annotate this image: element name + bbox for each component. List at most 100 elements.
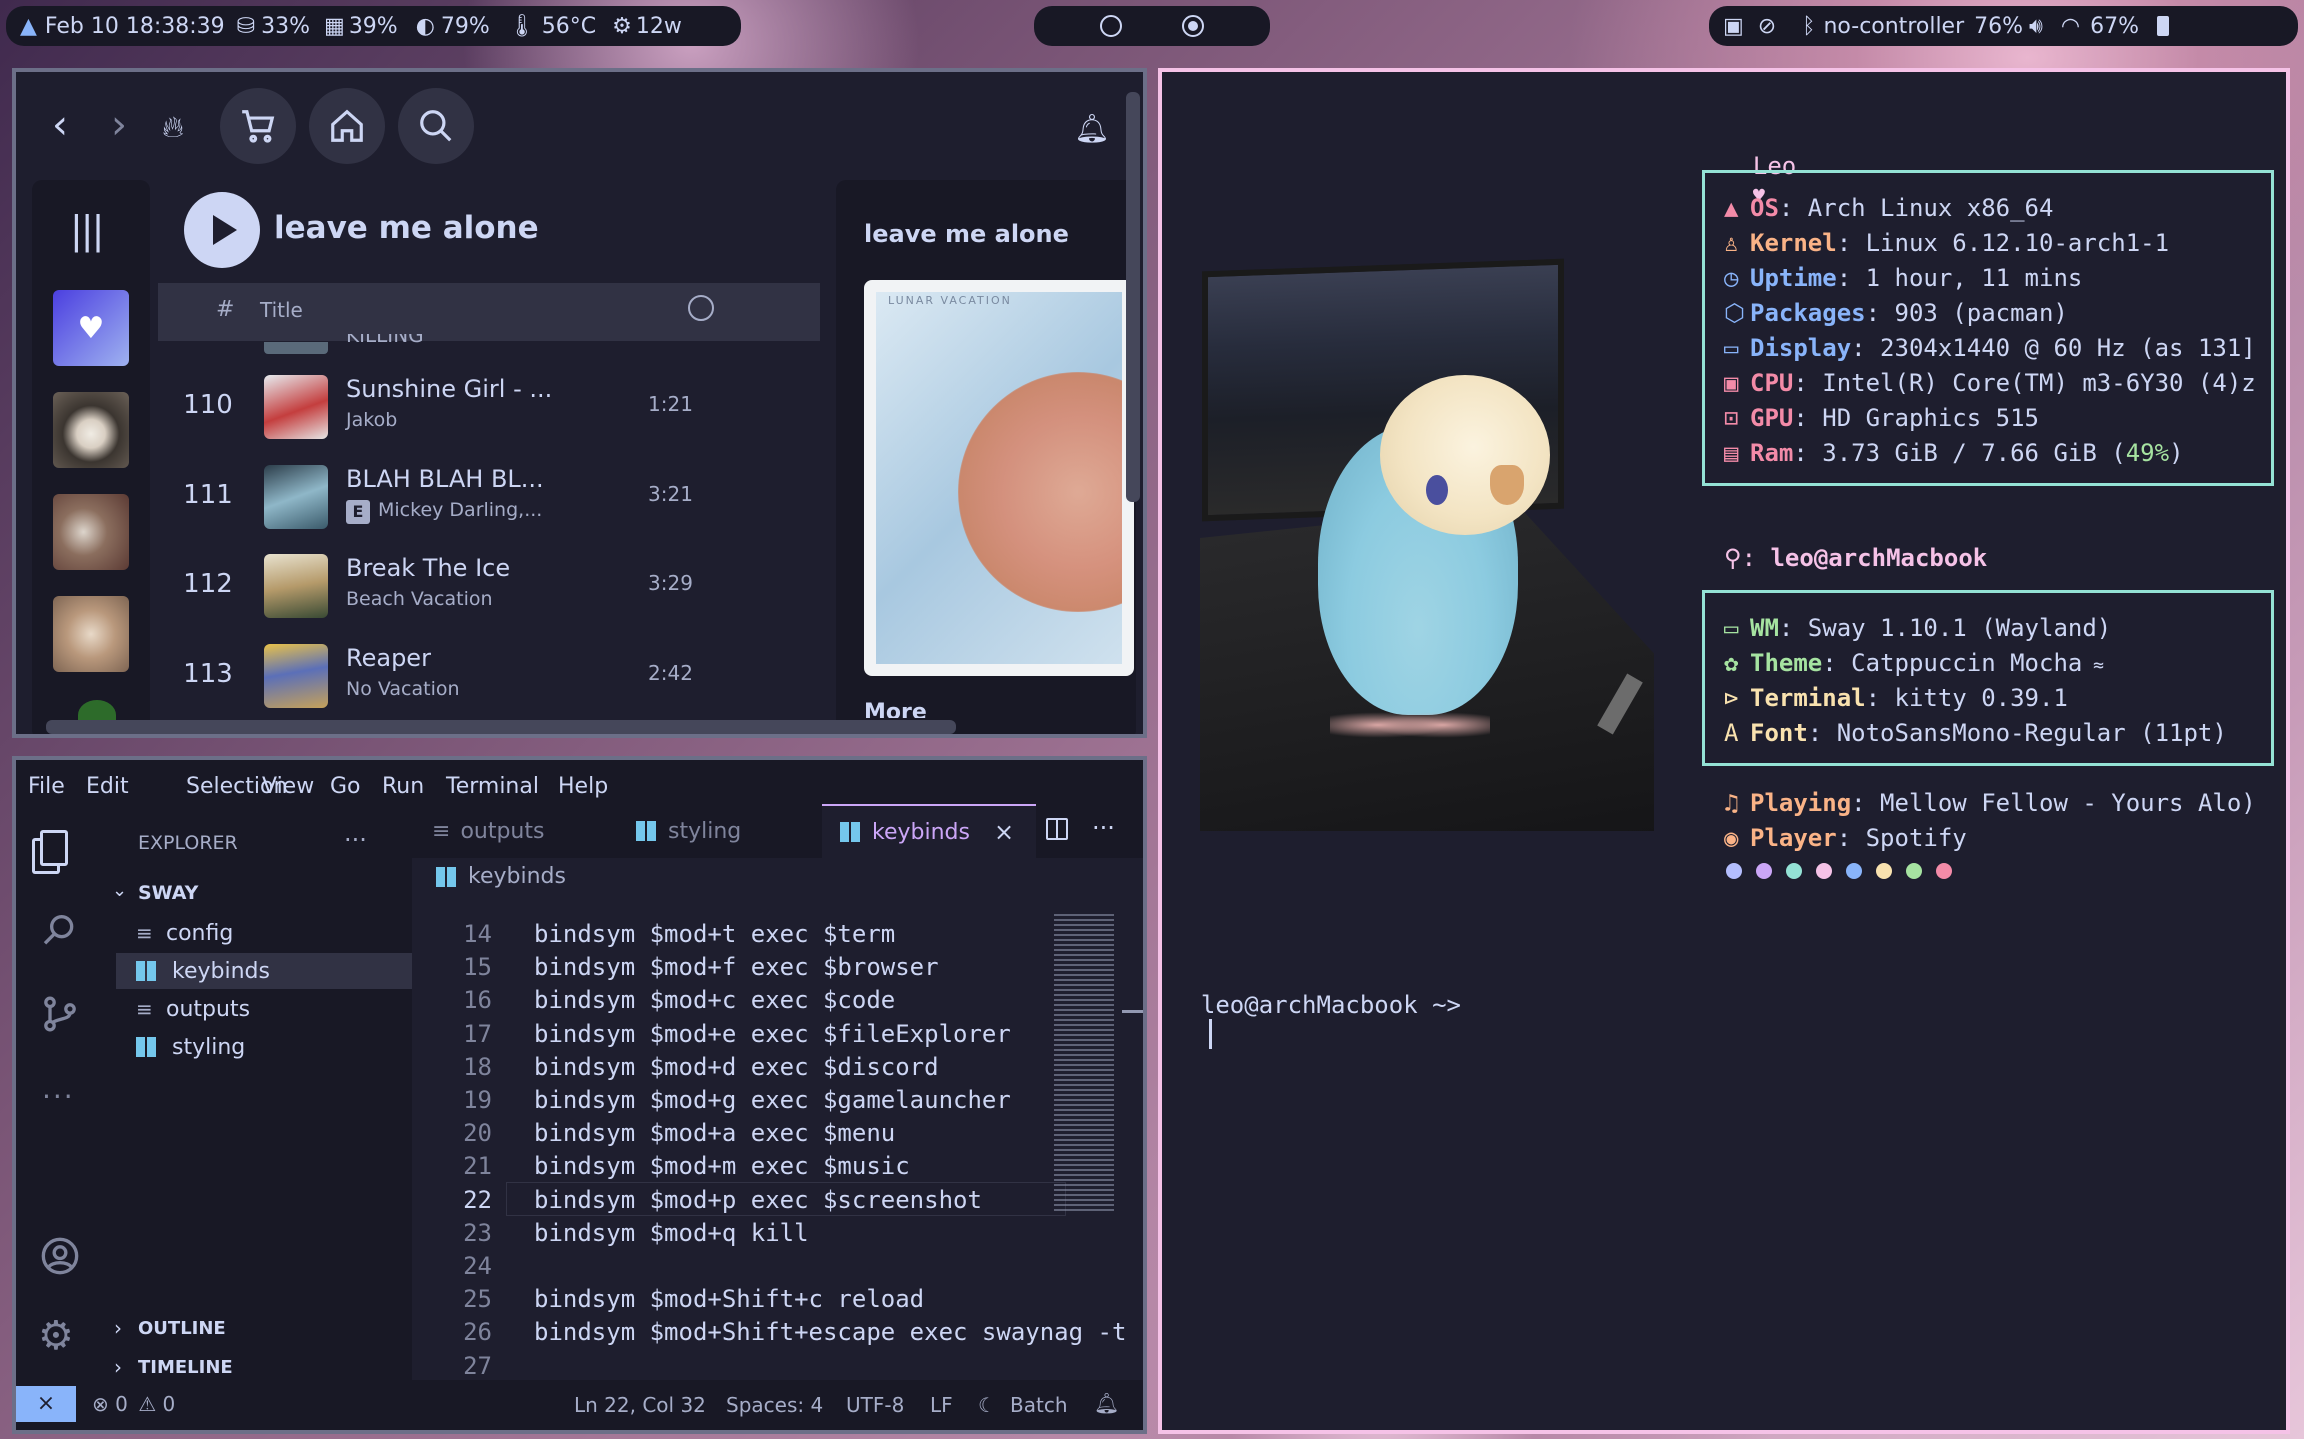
clipboard-icon[interactable]: ▣ (1723, 14, 1744, 39)
track-artist[interactable]: Beach Vacation (346, 588, 493, 610)
track-artist[interactable]: No Vacation (346, 678, 460, 700)
explicit-badge: E (346, 500, 370, 524)
vertical-scrollbar[interactable] (1126, 92, 1140, 502)
notifications-bell-icon[interactable]: 🔔︎ (1094, 1391, 1119, 1415)
track-title[interactable]: Break The Ice (346, 554, 510, 582)
album-cover-title: LUNAR VACATION (888, 294, 1012, 307)
track-row[interactable]: 113 Reaper No Vacation 2:42 (158, 634, 818, 723)
code-line[interactable]: bindsym $mod+e exec $fileExplorer (534, 1020, 1011, 1048)
bell-icon[interactable]: 🔔︎ (1074, 112, 1110, 145)
tab-label: keybinds (872, 819, 970, 845)
track-title[interactable]: Sunshine Girl - ... (346, 375, 552, 403)
back-icon[interactable]: ‹ (52, 102, 68, 148)
outline-section[interactable]: OUTLINE (138, 1318, 226, 1339)
album-cover[interactable]: LUNAR VACATION (864, 280, 1134, 676)
code-line[interactable]: bindsym $mod+f exec $browser (534, 953, 939, 981)
shell-prompt[interactable]: leo@archMacbook ~> (1172, 963, 1461, 1049)
line-number: 16 (463, 986, 492, 1014)
error-icon: ⊗ (92, 1392, 109, 1416)
datetime[interactable]: Feb 10 18:38:39 (45, 14, 225, 39)
track-title[interactable]: Reaper (346, 644, 431, 672)
play-button[interactable] (184, 192, 260, 268)
search-button[interactable] (398, 88, 474, 164)
chevron-right-icon[interactable]: › (114, 1316, 122, 1340)
code-line[interactable]: bindsym $mod+t exec $term (534, 920, 895, 948)
workspace-1-icon[interactable] (1100, 15, 1122, 37)
code-line[interactable]: bindsym $mod+p exec $screenshot (534, 1186, 982, 1214)
split-editor-icon[interactable] (1046, 818, 1068, 840)
account-icon[interactable] (40, 1236, 80, 1280)
menu-run[interactable]: Run (382, 774, 424, 799)
library-icon[interactable]: ||| (70, 208, 104, 252)
more-icon[interactable]: ··· (42, 1080, 75, 1113)
source-control-icon[interactable] (40, 994, 80, 1038)
horizontal-scrollbar[interactable] (46, 720, 956, 734)
timeline-section[interactable]: TIMELINE (138, 1357, 233, 1378)
track-artist[interactable]: Jakob (346, 409, 397, 431)
menu-help[interactable]: Help (558, 774, 608, 799)
tab-outputs[interactable]: ≡ outputs (432, 804, 544, 858)
code-line[interactable]: bindsym $mod+Shift+c reload (534, 1285, 924, 1313)
minimap[interactable] (1054, 914, 1114, 1214)
language-mode[interactable]: Batch (1010, 1393, 1068, 1417)
volume-level[interactable]: 76% (1974, 14, 2023, 39)
speaker-icon[interactable]: 🔊︎ (2029, 14, 2043, 39)
tab-styling[interactable]: styling (636, 804, 741, 858)
playlist-cover-cat3[interactable] (53, 596, 129, 672)
file-outputs[interactable]: ≡ outputs (116, 991, 412, 1027)
code-line[interactable]: bindsym $mod+g exec $gamelauncher (534, 1086, 1011, 1114)
marketplace-button[interactable] (220, 88, 296, 164)
encoding[interactable]: UTF-8 (846, 1393, 904, 1417)
code-line[interactable]: bindsym $mod+c exec $code (534, 986, 895, 1014)
problems-indicator[interactable]: ⊗ 0 ⚠ 0 (92, 1392, 175, 1416)
workspace-2-icon[interactable] (1182, 15, 1204, 37)
track-row[interactable]: 111 BLAH BLAH BL... E Mickey Darling,...… (158, 455, 818, 544)
file-keybinds[interactable]: keybinds (116, 953, 412, 989)
menu-view[interactable]: View (262, 774, 314, 799)
liked-songs-tile[interactable]: ♥ (53, 290, 129, 366)
settings-gear-icon[interactable]: ⚙ (38, 1316, 74, 1356)
controller-status[interactable]: no-controller (1823, 14, 1964, 39)
close-icon[interactable]: × (994, 818, 1014, 846)
chevron-down-icon[interactable]: ⌄ (112, 880, 127, 901)
tab-keybinds[interactable]: keybinds × (822, 804, 1036, 858)
bluetooth-icon[interactable]: ᛒ (1802, 14, 1815, 39)
line-number: 23 (463, 1219, 492, 1247)
track-row[interactable]: 110 Sunshine Girl - ... Jakob 1:21 (158, 365, 818, 454)
track-artist[interactable]: Mickey Darling,... (378, 499, 542, 521)
line-ending[interactable]: LF (930, 1393, 953, 1417)
code-line[interactable]: bindsym $mod+d exec $discord (534, 1053, 939, 1081)
idle-inhibitor-icon[interactable]: ⊘ (1758, 14, 1776, 39)
code-line[interactable]: bindsym $mod+a exec $menu (534, 1119, 895, 1147)
breadcrumb[interactable]: keybinds (436, 864, 566, 889)
editor-more-icon[interactable]: ··· (1092, 814, 1115, 842)
settings-file-icon: ≡ (136, 997, 153, 1021)
indentation[interactable]: Spaces: 4 (726, 1393, 823, 1417)
code-line[interactable]: bindsym $mod+Shift+escape exec swaynag -… (534, 1318, 1126, 1346)
forward-icon[interactable]: › (111, 102, 127, 148)
cursor-position[interactable]: Ln 22, Col 32 (574, 1393, 706, 1417)
wifi-icon[interactable]: ◠ (2061, 14, 2080, 39)
home-button[interactable] (309, 88, 385, 164)
chevron-right-icon[interactable]: › (114, 1355, 122, 1379)
files-icon[interactable] (40, 830, 68, 866)
track-title[interactable]: BLAH BLAH BL... (346, 465, 544, 493)
folder-sway[interactable]: SWAY (138, 882, 198, 904)
spicetify-icon[interactable]: 🔥︎ (162, 110, 184, 145)
code-line[interactable]: bindsym $mod+m exec $music (534, 1152, 910, 1180)
playlist-cover-cat2[interactable] (53, 494, 129, 570)
line-number: 15 (463, 953, 492, 981)
search-icon[interactable] (40, 910, 80, 954)
menu-file[interactable]: File (28, 774, 65, 799)
file-styling[interactable]: styling (116, 1029, 412, 1065)
track-row[interactable]: 112 Break The Ice Beach Vacation 3:29 (158, 544, 818, 633)
explorer-more-icon[interactable]: ··· (344, 826, 367, 854)
menu-terminal[interactable]: Terminal (446, 774, 539, 799)
menu-go[interactable]: Go (330, 774, 361, 799)
playlist-cover-cat1[interactable] (53, 392, 129, 468)
menu-edit[interactable]: Edit (86, 774, 129, 799)
code-line[interactable]: bindsym $mod+q kill (534, 1219, 809, 1247)
col-title[interactable]: Title (260, 298, 303, 322)
file-config[interactable]: ≡ config (116, 915, 412, 951)
remote-button[interactable]: ⨯ (16, 1386, 76, 1422)
